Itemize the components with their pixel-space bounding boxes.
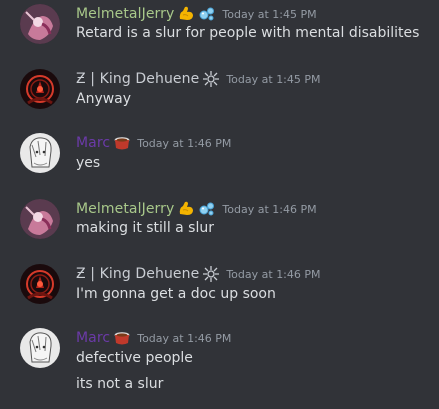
chat-message-list: MelmetalJerry Today at 1:45 PM Retard is… bbox=[0, 0, 439, 409]
avatar-melmetaljerry[interactable] bbox=[20, 199, 60, 239]
message-content: Anyway bbox=[76, 91, 132, 107]
message-timestamp[interactable]: Today at 1:46 PM bbox=[226, 268, 320, 281]
message-header: Marc Today at 1:46 PM bbox=[76, 133, 231, 153]
flexed-biceps-icon bbox=[177, 200, 195, 218]
avatar-melmetaljerry[interactable] bbox=[20, 4, 60, 44]
message-header: MelmetalJerry Today at 1:46 PM bbox=[76, 199, 317, 219]
username[interactable]: Ƶ | King Dehuene bbox=[76, 71, 199, 87]
message-content: I'm gonna get a doc up soon bbox=[76, 286, 276, 302]
avatar-king-dehuene[interactable] bbox=[20, 69, 60, 109]
cup-icon bbox=[113, 329, 131, 347]
message-header: Ƶ | King Dehuene Today at 1:45 PM bbox=[76, 69, 321, 89]
message-header: Ƶ | King Dehuene Today at 1:46 PM bbox=[76, 264, 321, 284]
message-content: its not a slur bbox=[76, 376, 164, 392]
flexed-biceps-icon bbox=[177, 5, 195, 23]
message-timestamp[interactable]: Today at 1:45 PM bbox=[226, 73, 320, 86]
message-content: defective people bbox=[76, 350, 193, 366]
sunburst-emblem-icon bbox=[202, 265, 220, 283]
message-timestamp[interactable]: Today at 1:45 PM bbox=[222, 8, 316, 21]
bubbles-icon bbox=[198, 5, 216, 23]
message-timestamp[interactable]: Today at 1:46 PM bbox=[137, 137, 231, 150]
username[interactable]: MelmetalJerry bbox=[76, 6, 174, 22]
username[interactable]: Marc bbox=[76, 330, 110, 346]
username[interactable]: MelmetalJerry bbox=[76, 201, 174, 217]
bubbles-icon bbox=[198, 200, 216, 218]
message-header: MelmetalJerry Today at 1:45 PM bbox=[76, 4, 317, 24]
message-content: making it still a slur bbox=[76, 220, 214, 236]
avatar-king-dehuene[interactable] bbox=[20, 264, 60, 304]
message-content: yes bbox=[76, 155, 101, 171]
username[interactable]: Ƶ | King Dehuene bbox=[76, 266, 199, 282]
avatar-marc[interactable] bbox=[20, 133, 60, 173]
username[interactable]: Marc bbox=[76, 135, 110, 151]
avatar-marc[interactable] bbox=[20, 328, 60, 368]
message-content: Retard is a slur for people with mental … bbox=[76, 25, 420, 41]
cup-icon bbox=[113, 134, 131, 152]
message-timestamp[interactable]: Today at 1:46 PM bbox=[222, 203, 316, 216]
message-timestamp[interactable]: Today at 1:46 PM bbox=[137, 332, 231, 345]
sunburst-emblem-icon bbox=[202, 70, 220, 88]
message-header: Marc Today at 1:46 PM bbox=[76, 328, 231, 348]
